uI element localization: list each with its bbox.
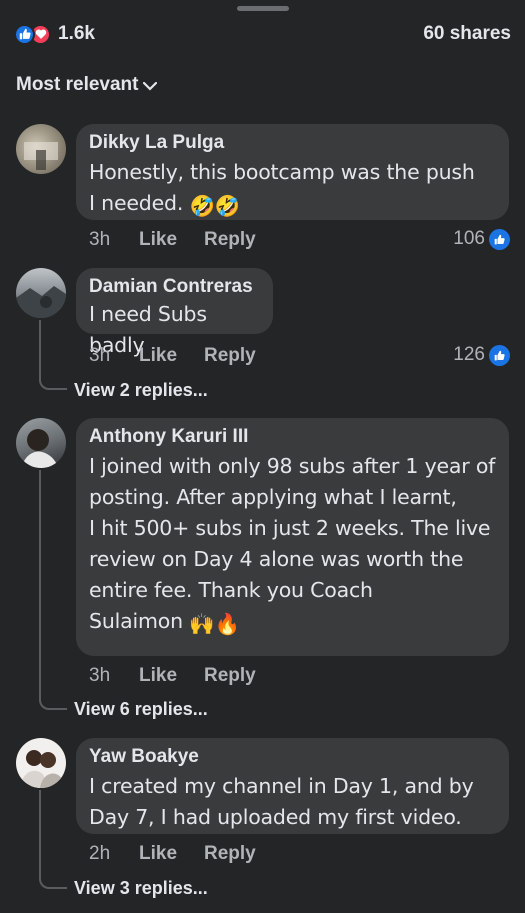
reactions-bar: 1.6k 60 shares <box>14 20 511 48</box>
like-button[interactable]: Like <box>139 229 204 251</box>
like-button[interactable]: Like <box>139 345 204 367</box>
thread-line <box>39 790 67 889</box>
comment-author[interactable]: Dikky La Pulga <box>89 132 496 154</box>
shares-count[interactable]: 60 shares <box>423 23 511 45</box>
comment-text: I created my channel in Day 1, and by Da… <box>89 771 496 833</box>
reply-button[interactable]: Reply <box>204 345 256 367</box>
like-icon <box>489 228 510 250</box>
drag-handle[interactable] <box>237 6 289 11</box>
reaction-summary[interactable]: 1.6k <box>14 23 95 45</box>
view-replies-link[interactable]: View 3 replies... <box>74 878 208 899</box>
comment-bubble: Damian Contreras I need Subs badly <box>76 268 273 357</box>
like-icon <box>489 344 510 366</box>
comment-text: I joined with only 98 subs after 1 year … <box>89 451 496 640</box>
comment-line: Day 7, I had uploaded my first video. <box>89 805 462 829</box>
chevron-down-icon <box>143 81 158 91</box>
thread-line <box>39 320 67 390</box>
view-replies-link[interactable]: View 2 replies... <box>74 380 208 401</box>
likes-number: 126 <box>453 344 485 365</box>
reply-button[interactable]: Reply <box>204 665 256 687</box>
view-replies-link[interactable]: View 6 replies... <box>74 699 208 720</box>
comment-line: review on Day 4 alone was worth the <box>89 547 464 571</box>
comment-line: Sulaimon <box>89 609 190 633</box>
reaction-count: 1.6k <box>58 23 95 44</box>
comment-text: Honestly, this bootcamp was the push I n… <box>89 157 496 222</box>
sort-label: Most relevant <box>16 74 139 95</box>
comment-time[interactable]: 2h <box>89 843 139 865</box>
sort-dropdown[interactable]: Most relevant <box>16 74 158 96</box>
comment-line: I created my channel in Day 1, and by <box>89 774 474 798</box>
comment-likes[interactable]: 126 <box>453 344 510 366</box>
comment-actions: 3h Like Reply <box>89 345 256 367</box>
comment-author[interactable]: Damian Contreras <box>89 276 260 298</box>
reply-button[interactable]: Reply <box>204 843 256 865</box>
reply-button[interactable]: Reply <box>204 229 256 251</box>
comment-bubble: Dikky La Pulga Honestly, this bootcamp w… <box>76 124 509 220</box>
avatar[interactable] <box>16 268 66 318</box>
comment-likes[interactable]: 106 <box>453 228 510 250</box>
like-button[interactable]: Like <box>139 843 204 865</box>
comment-bubble: Anthony Karuri III I joined with only 98… <box>76 418 509 656</box>
comment-actions: 3h Like Reply <box>89 665 256 687</box>
comment-line: I hit 500+ subs in just 2 weeks. The liv… <box>89 516 491 540</box>
comment-time[interactable]: 3h <box>89 665 139 687</box>
comment-actions: 2h Like Reply <box>89 843 256 865</box>
comment-author[interactable]: Anthony Karuri III <box>89 426 496 448</box>
comment-line: entire fee. Thank you Coach <box>89 578 373 602</box>
thread-line <box>39 470 67 710</box>
comment-author[interactable]: Yaw Boakye <box>89 746 496 768</box>
like-icon <box>14 23 35 45</box>
avatar[interactable] <box>16 418 66 468</box>
comment-actions: 3h Like Reply <box>89 229 256 251</box>
comment-line: posting. After applying what I learnt, <box>89 485 457 509</box>
comment-time[interactable]: 3h <box>89 229 139 251</box>
rofl-emoji-icon: 🤣🤣 <box>189 194 241 218</box>
avatar[interactable] <box>16 738 66 788</box>
avatar[interactable] <box>16 124 66 174</box>
likes-number: 106 <box>453 228 485 249</box>
comment-line: I needed. <box>89 191 190 215</box>
comment-time[interactable]: 3h <box>89 345 139 367</box>
raising-hands-fire-emoji-icon: 🙌🔥 <box>189 612 240 636</box>
comment-bubble: Yaw Boakye I created my channel in Day 1… <box>76 738 509 834</box>
comment-line: I joined with only 98 subs after 1 year … <box>89 454 496 478</box>
comment-line: Honestly, this bootcamp was the push <box>89 160 475 184</box>
like-button[interactable]: Like <box>139 665 204 687</box>
